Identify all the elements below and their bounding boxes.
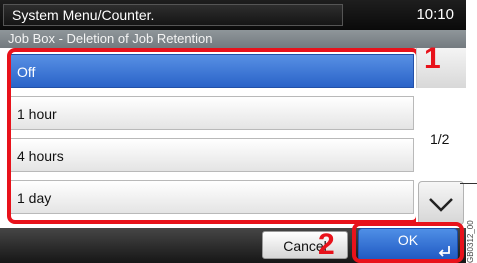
callout-2: 2	[318, 228, 335, 261]
cancel-button[interactable]: Cancel	[262, 231, 348, 259]
pointer-line	[460, 183, 477, 184]
figure-code: GB0312_00	[466, 220, 475, 263]
chevron-down-icon	[429, 198, 453, 212]
menu-title: System Menu/Counter.	[3, 4, 343, 26]
highlight-frame-list	[7, 48, 420, 224]
clock: 10:10	[416, 6, 454, 23]
highlight-frame-ok	[352, 222, 464, 263]
page-indicator: 1/2	[430, 131, 450, 147]
scroll-down-button[interactable]	[418, 181, 464, 225]
screen-subtitle: Job Box - Deletion of Job Retention	[0, 30, 466, 48]
callout-1: 1	[424, 42, 441, 75]
title-bar: System Menu/Counter. 10:10	[0, 0, 466, 30]
